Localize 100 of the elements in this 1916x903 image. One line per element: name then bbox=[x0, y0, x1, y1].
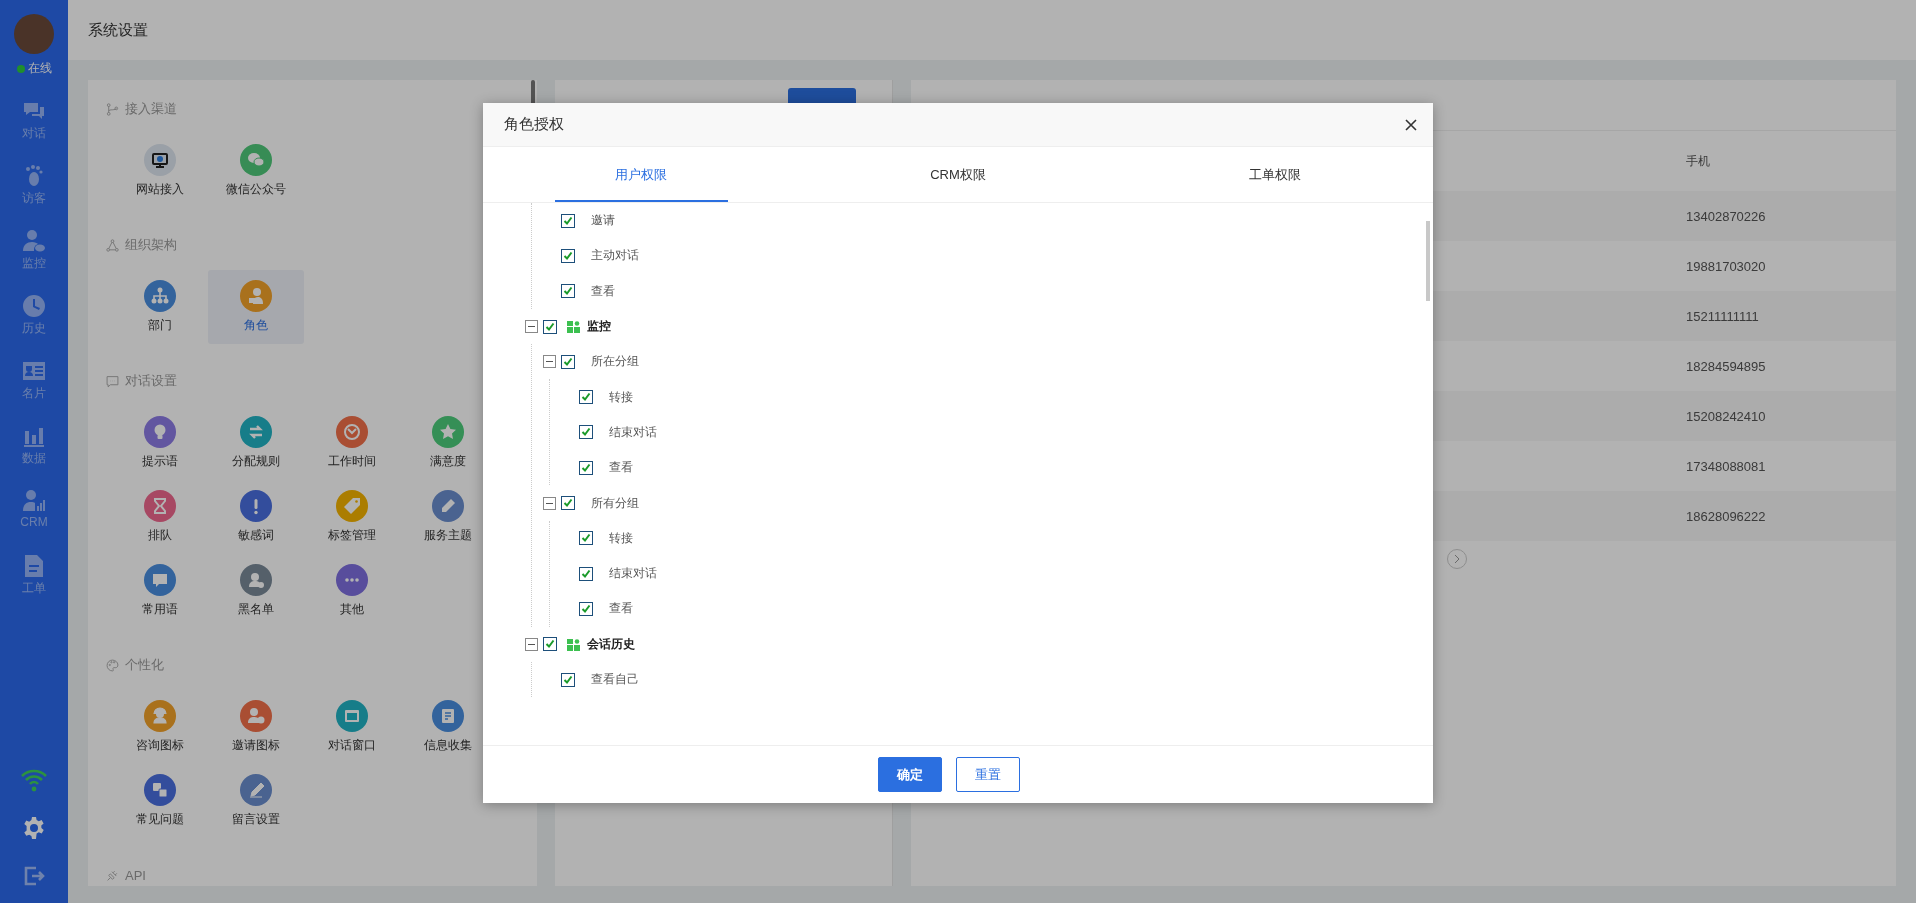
tab[interactable]: 工单权限 bbox=[1116, 147, 1433, 202]
checkbox[interactable] bbox=[561, 496, 575, 510]
collapse-icon[interactable] bbox=[543, 496, 556, 510]
permission-label: 结束对话 bbox=[609, 565, 657, 583]
close-icon bbox=[1403, 116, 1419, 133]
branch-icon bbox=[106, 102, 119, 116]
settings-item[interactable]: 邀请图标 bbox=[208, 690, 304, 764]
permission-label: 主动对话 bbox=[591, 247, 639, 265]
phone-cell-text: 15208242410 bbox=[1685, 408, 1767, 424]
status-label: 在线 bbox=[27, 60, 52, 77]
collapse-icon[interactable] bbox=[525, 320, 538, 334]
permission-label: 查看 bbox=[609, 459, 633, 477]
settings-item[interactable]: 黑名单 bbox=[208, 554, 304, 628]
pen-icon bbox=[240, 774, 272, 806]
permission-label: 转接 bbox=[609, 388, 633, 406]
dialog-title: 角色授权 bbox=[504, 115, 564, 134]
settings-item[interactable]: 提示语 bbox=[112, 406, 208, 480]
collapse-icon[interactable] bbox=[525, 637, 538, 651]
window-icon bbox=[336, 700, 368, 732]
checkbox[interactable] bbox=[579, 531, 593, 546]
permission-label: 查看 bbox=[591, 282, 615, 300]
tab[interactable]: CRM权限 bbox=[799, 147, 1117, 202]
permission-label: 所有分组 bbox=[591, 494, 639, 512]
grid-icon bbox=[567, 637, 580, 651]
phone-cell-text: 18284594895 bbox=[1685, 358, 1767, 374]
settings-item[interactable]: 常用语 bbox=[112, 554, 208, 628]
checkbox[interactable] bbox=[561, 354, 575, 369]
document-icon bbox=[432, 700, 464, 732]
plug-icon bbox=[106, 868, 119, 882]
checkbox[interactable] bbox=[543, 319, 557, 334]
section-title: 组织架构 bbox=[125, 236, 177, 254]
pencil-icon bbox=[432, 490, 464, 522]
settings-item[interactable]: 分配规则 bbox=[208, 406, 304, 480]
checkbox[interactable] bbox=[579, 425, 593, 440]
settings-item[interactable]: 咨询图标 bbox=[112, 690, 208, 764]
hourglass-icon bbox=[144, 490, 176, 522]
settings-item[interactable]: 常见问题 bbox=[112, 764, 208, 838]
permission-label: 转接 bbox=[609, 529, 633, 547]
settings-item[interactable]: 信息收集 bbox=[400, 690, 496, 764]
permission-label: 邀请 bbox=[591, 212, 615, 230]
section-title: API bbox=[125, 867, 146, 883]
column-header: 手机 bbox=[1685, 152, 1711, 170]
settings-item[interactable]: 部门 bbox=[112, 270, 208, 344]
settings-item[interactable]: 其他 bbox=[304, 554, 400, 628]
checkbox[interactable] bbox=[561, 248, 575, 263]
person-icon bbox=[240, 564, 272, 596]
settings-item[interactable]: 对话窗口 bbox=[304, 690, 400, 764]
settings-item[interactable]: 满意度 bbox=[400, 406, 496, 480]
network-icon bbox=[106, 238, 119, 252]
monitor-icon bbox=[144, 144, 176, 176]
section-title: 对话设置 bbox=[125, 372, 177, 390]
permission-label: 监控 bbox=[587, 318, 611, 336]
collapse-icon[interactable] bbox=[543, 355, 556, 369]
settings-item[interactable]: 角色 bbox=[208, 270, 304, 344]
tag-icon bbox=[336, 490, 368, 522]
reset-button[interactable]: 重置 bbox=[956, 757, 1020, 792]
palette-icon bbox=[106, 658, 119, 672]
checkbox[interactable] bbox=[561, 672, 575, 687]
section-title: 接入渠道 bbox=[125, 100, 177, 118]
permission-label: 查看自己 bbox=[591, 671, 639, 688]
phone-cell-text: 13402870226 bbox=[1685, 208, 1767, 224]
settings-icon[interactable] bbox=[22, 816, 46, 840]
checkbox[interactable] bbox=[579, 566, 593, 581]
lightbulb-icon bbox=[144, 416, 176, 448]
permission-label: 结束对话 bbox=[609, 423, 657, 441]
phone-cell-text: 19881703020 bbox=[1685, 258, 1767, 274]
exclamation-icon bbox=[240, 490, 272, 522]
close-button[interactable] bbox=[1403, 116, 1419, 133]
page-title: 系统设置 bbox=[88, 20, 148, 40]
checkbox[interactable] bbox=[579, 460, 593, 475]
permission-label: 查看 bbox=[609, 600, 633, 618]
tab[interactable]: 用户权限 bbox=[555, 147, 728, 202]
dots-icon bbox=[336, 564, 368, 596]
chat-bubbles-icon bbox=[240, 144, 272, 176]
settings-item[interactable]: 网站接入 bbox=[112, 134, 208, 208]
settings-item[interactable]: 工作时间 bbox=[304, 406, 400, 480]
speech-bubble-icon bbox=[144, 564, 176, 596]
confirm-button[interactable]: 确定 bbox=[878, 757, 942, 792]
checkbox[interactable] bbox=[561, 284, 575, 299]
faq-icon bbox=[144, 774, 176, 806]
permission-label: 会话历史 bbox=[587, 635, 635, 653]
checkbox[interactable] bbox=[579, 390, 593, 405]
checkbox[interactable] bbox=[561, 213, 575, 228]
scrollbar-thumb[interactable] bbox=[1426, 221, 1430, 301]
wifi-icon bbox=[20, 768, 48, 792]
phone-cell-text: 15211111111 bbox=[1685, 308, 1760, 324]
settings-item[interactable]: 敏感词 bbox=[208, 480, 304, 554]
checkbox[interactable] bbox=[543, 637, 557, 652]
headset-icon bbox=[144, 700, 176, 732]
section-title: 个性化 bbox=[125, 656, 164, 674]
swap-arrows-icon bbox=[240, 416, 272, 448]
settings-item[interactable]: 排队 bbox=[112, 480, 208, 554]
grid-icon bbox=[567, 320, 580, 334]
checkbox[interactable] bbox=[579, 601, 593, 616]
settings-item[interactable]: 标签管理 bbox=[304, 480, 400, 554]
settings-item[interactable]: 微信公众号 bbox=[208, 134, 304, 208]
chevron-right-icon bbox=[1453, 554, 1461, 564]
settings-item[interactable]: 服务主题 bbox=[400, 480, 496, 554]
org-chart-icon bbox=[144, 280, 176, 312]
settings-item[interactable]: 留言设置 bbox=[208, 764, 304, 838]
